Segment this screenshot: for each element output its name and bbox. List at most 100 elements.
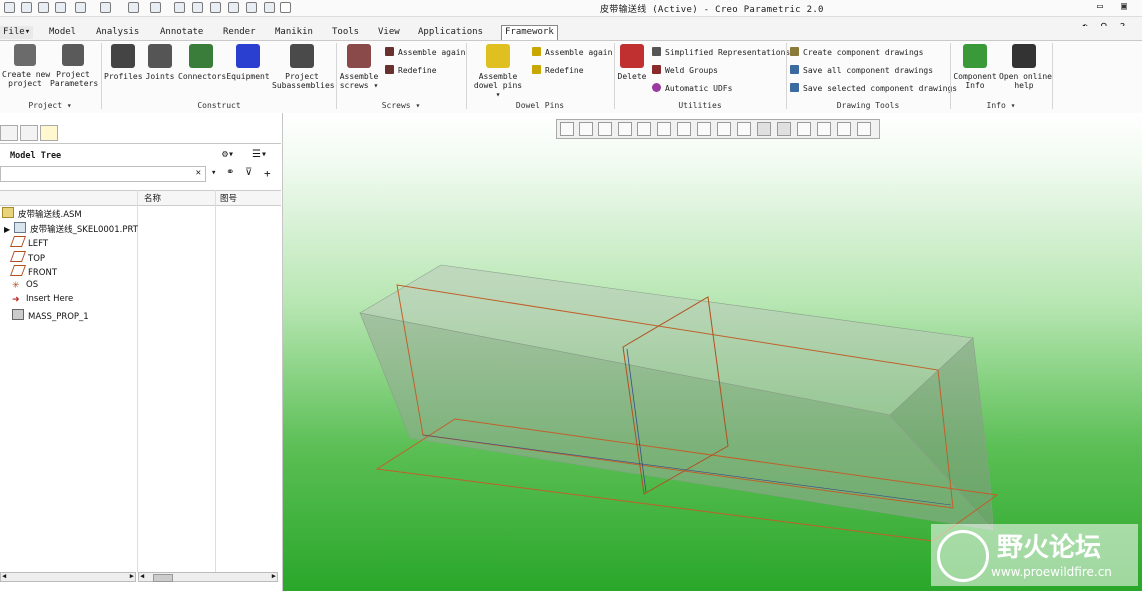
window-title: 皮带输送线 (Active) - Creo Parametric 2.0: [600, 5, 824, 15]
tab-applications[interactable]: Applications: [415, 26, 486, 39]
equipment-label: Equipment: [226, 72, 270, 81]
dowel-assemble-again[interactable]: Assemble again: [532, 47, 612, 58]
project-subassemblies-button[interactable]: Project Subassemblies: [272, 44, 335, 90]
tab-view[interactable]: View: [375, 26, 403, 39]
title-bar: 皮带输送线 (Active) - Creo Parametric 2.0 ▭ ▣: [0, 0, 1142, 17]
profiles-label: Profiles: [104, 72, 143, 81]
column-drawing-number[interactable]: 图号: [220, 192, 237, 204]
tab-analysis[interactable]: Analysis: [93, 26, 142, 39]
component-info-button[interactable]: Component Info: [953, 44, 997, 90]
customize-icon[interactable]: [280, 2, 291, 13]
divider: [950, 43, 951, 109]
filter-icon[interactable]: ⊽: [245, 167, 252, 178]
tab-manikin[interactable]: Manikin: [272, 26, 316, 39]
tree-item-top[interactable]: TOP: [9, 251, 45, 264]
undo-icon[interactable]: [55, 2, 66, 13]
tab-render[interactable]: Render: [220, 26, 259, 39]
screws-assemble-again[interactable]: Assemble again: [385, 47, 465, 58]
scroll-thumb[interactable]: [153, 574, 173, 582]
find-icon[interactable]: ⚭: [226, 167, 234, 178]
tab-tools[interactable]: Tools: [329, 26, 362, 39]
divider: [336, 43, 337, 109]
insert-arrow-icon: ➜: [12, 295, 20, 305]
search-dropdown-icon[interactable]: ▾: [211, 168, 216, 178]
create-component-drawings[interactable]: Create component drawings: [790, 47, 923, 58]
automatic-udfs[interactable]: Automatic UDFs: [652, 83, 732, 94]
expand-icon[interactable]: ▶: [4, 225, 10, 234]
tree-show-icon[interactable]: ☰▾: [252, 149, 267, 160]
weld-groups[interactable]: Weld Groups: [652, 65, 718, 76]
column-divider: [215, 190, 216, 573]
save-icon[interactable]: [38, 2, 49, 13]
open-online-help-button[interactable]: Open online help: [999, 44, 1052, 90]
connectors-icon: [189, 44, 213, 68]
redo-icon[interactable]: [75, 2, 86, 13]
tree-item-os[interactable]: ✳ OS: [12, 280, 38, 291]
favorites-tab-icon[interactable]: [40, 125, 58, 141]
search-input[interactable]: ✕: [0, 166, 206, 182]
clear-icon[interactable]: ✕: [196, 168, 201, 178]
folder-browser-tab-icon[interactable]: [20, 125, 38, 141]
regenerate-icon[interactable]: [100, 2, 111, 13]
joints-icon: [148, 44, 172, 68]
maximize-icon[interactable]: ▣: [1118, 2, 1130, 13]
watermark: 野火论坛 www.proewildfire.cn: [931, 524, 1138, 586]
horizontal-scrollbar-2[interactable]: ◀ ▶: [138, 572, 278, 582]
tab-file[interactable]: File▾: [0, 26, 34, 39]
close-window-icon[interactable]: [150, 2, 161, 13]
assemble-dowel-pins-button[interactable]: Assemble dowel pins ▾: [470, 44, 526, 99]
profiles-button[interactable]: Profiles: [104, 44, 143, 81]
new-icon[interactable]: [4, 2, 15, 13]
delete-button[interactable]: Delete: [617, 44, 647, 81]
model-tree-tab-icon[interactable]: [0, 125, 18, 141]
tree-item-asm[interactable]: 皮带输送线.ASM: [2, 207, 82, 220]
horizontal-scrollbar[interactable]: ◀ ▶: [0, 572, 136, 582]
model-tree-panel: Model Tree ⚙▾ ☰▾ ✕ ▾ ⚭ ⊽ + 名称 图号 皮带输送线.A…: [0, 113, 283, 591]
simplified-representations[interactable]: Simplified Representations: [652, 47, 790, 58]
paste-icon[interactable]: [210, 2, 221, 13]
group-construct: Construct: [197, 101, 241, 110]
divider: [466, 43, 467, 109]
screws-redefine[interactable]: Redefine: [385, 65, 437, 76]
component-info-label: Component Info: [953, 72, 997, 90]
save-selected-icon: [790, 83, 799, 92]
tab-model[interactable]: Model: [46, 26, 79, 39]
group-info[interactable]: Info ▾: [951, 101, 1051, 110]
assemble-again-icon: [385, 47, 394, 56]
tree-settings-icon[interactable]: ⚙▾: [222, 149, 234, 160]
dowel-redefine[interactable]: Redefine: [532, 65, 584, 76]
project-parameters-button[interactable]: Project Parameters: [50, 44, 98, 88]
graphics-viewport[interactable]: 野火论坛 www.proewildfire.cn: [283, 113, 1142, 591]
assemble-screws-button[interactable]: Assemble screws ▾: [338, 44, 380, 90]
minimize-icon[interactable]: ▭: [1094, 2, 1106, 13]
tree-item-mass-prop[interactable]: MASS_PROP_1: [12, 309, 89, 322]
add-column-icon[interactable]: +: [264, 167, 271, 180]
tree-item-skeleton[interactable]: ▶ 皮带输送线_SKEL0001.PRT: [4, 222, 138, 235]
windows-icon[interactable]: [128, 2, 139, 13]
dowel-pin-icon: [486, 44, 510, 68]
display-icon[interactable]: [264, 2, 275, 13]
copy-icon[interactable]: [192, 2, 203, 13]
tab-framework[interactable]: Framework: [501, 25, 558, 40]
group-screws[interactable]: Screws ▾: [337, 101, 465, 110]
group-project[interactable]: Project ▾: [0, 101, 100, 110]
udf-icon: [652, 83, 661, 92]
save-all-component-drawings[interactable]: Save all component drawings: [790, 65, 933, 76]
tab-annotate[interactable]: Annotate: [157, 26, 206, 39]
tree-item-left[interactable]: LEFT: [9, 236, 48, 249]
project-subassemblies-label: Project Subassemblies: [272, 72, 335, 90]
connectors-button[interactable]: Connectors: [178, 44, 226, 81]
assemble-dowel-pins-label: Assemble dowel pins: [473, 72, 523, 90]
open-icon[interactable]: [21, 2, 32, 13]
equipment-button[interactable]: Equipment: [226, 44, 270, 81]
folder-icon[interactable]: [174, 2, 185, 13]
layer-icon[interactable]: [228, 2, 239, 13]
joints-button[interactable]: Joints: [144, 44, 176, 81]
save-selected-component-drawings[interactable]: Save selected component drawings: [790, 83, 957, 94]
tree-item-front[interactable]: FRONT: [9, 265, 57, 278]
view-icon[interactable]: [246, 2, 257, 13]
drawing-icon: [790, 47, 799, 56]
column-name[interactable]: 名称: [144, 192, 161, 204]
tree-item-insert-here[interactable]: ➜ Insert Here: [12, 294, 73, 305]
create-new-project-button[interactable]: Create new project: [2, 44, 50, 88]
